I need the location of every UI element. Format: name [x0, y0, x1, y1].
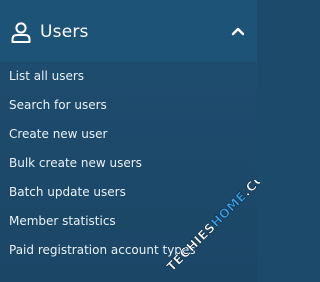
user-icon — [11, 22, 31, 43]
menu-item-search-for-users[interactable]: Search for users — [0, 91, 257, 120]
menu-item-create-new-user[interactable]: Create new user — [0, 120, 257, 149]
users-section-header[interactable]: Users — [0, 0, 257, 62]
users-menu-panel: Users List all users Search for users Cr… — [0, 0, 260, 282]
menu-item-batch-update-users[interactable]: Batch update users — [0, 178, 257, 207]
menu-item-member-statistics[interactable]: Member statistics — [0, 207, 257, 236]
section-title: Users — [40, 22, 89, 42]
menu-item-bulk-create-new-users[interactable]: Bulk create new users — [0, 149, 257, 178]
users-submenu: List all users Search for users Create n… — [0, 62, 257, 265]
chevron-up-icon[interactable] — [231, 26, 245, 36]
menu-item-paid-registration-account-types[interactable]: Paid registration account types — [0, 236, 257, 265]
menu-item-list-all-users[interactable]: List all users — [0, 62, 257, 91]
